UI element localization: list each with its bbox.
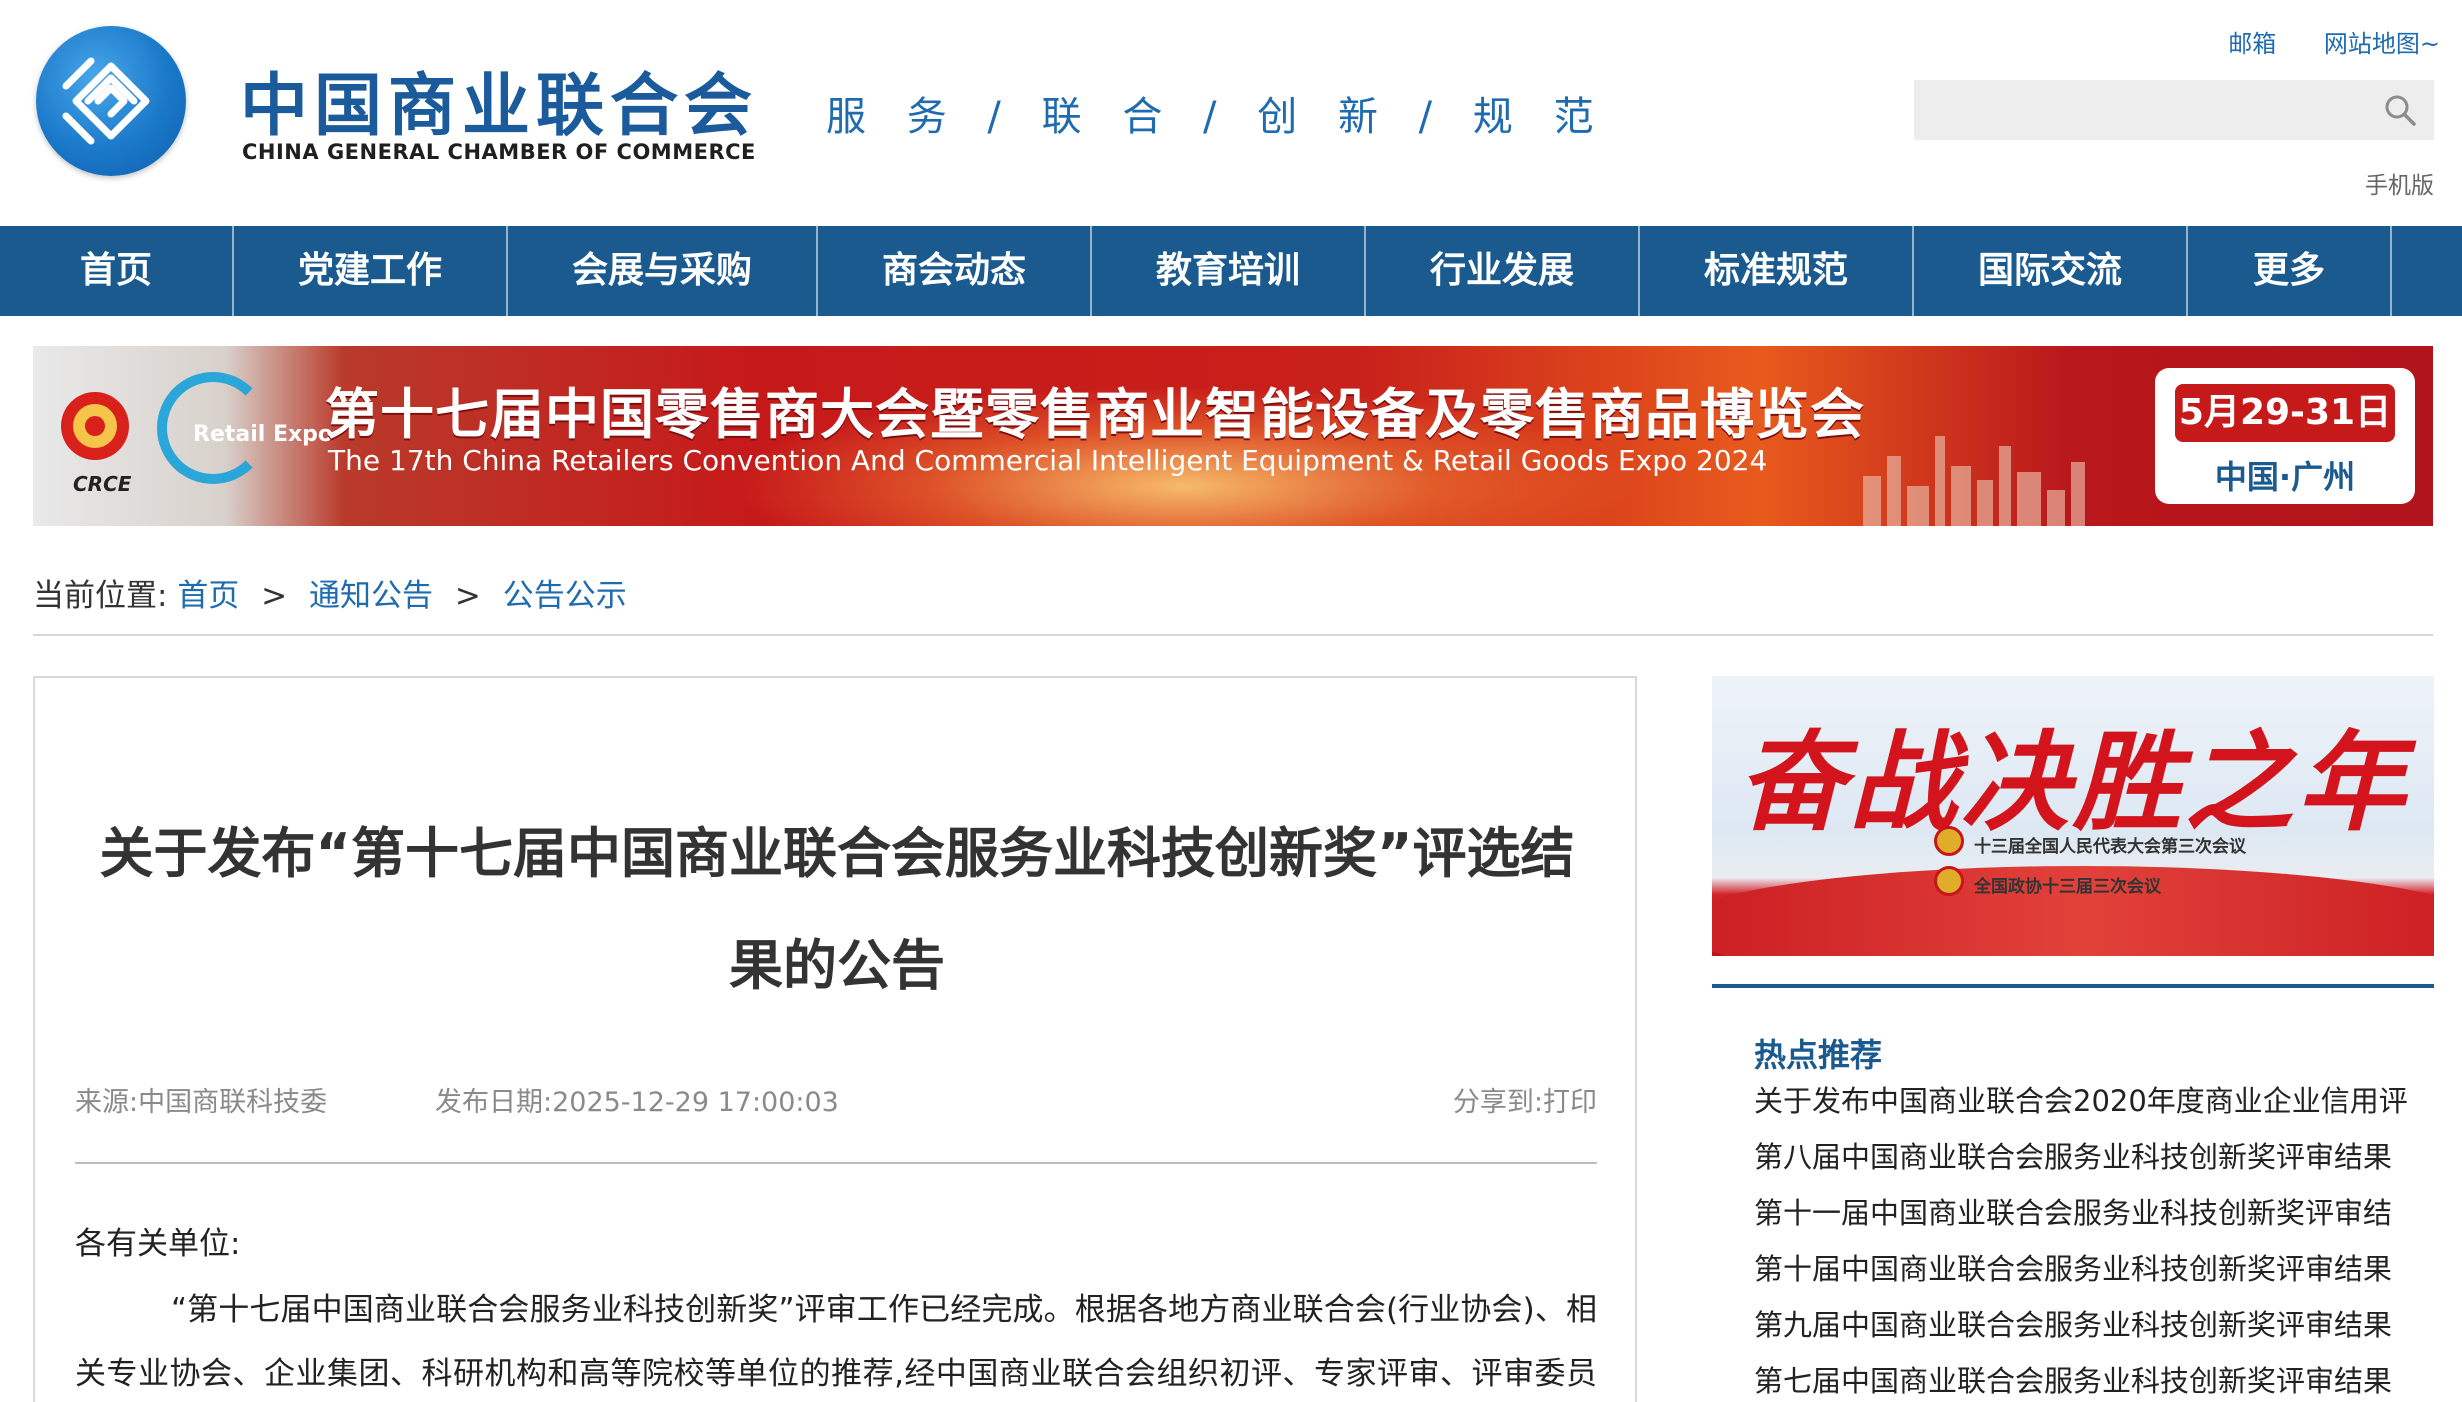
mail-link[interactable]: 邮箱 bbox=[2228, 30, 2276, 58]
logo-emblem-icon[interactable] bbox=[36, 26, 186, 176]
breadcrumb-announcements[interactable]: 公告公示 bbox=[503, 578, 627, 614]
hot-section-divider bbox=[1712, 984, 2434, 988]
national-emblem-icon bbox=[1934, 826, 1964, 856]
expo-banner[interactable]: CRCE Retail Expo 第十七届中国零售商大会暨零售商业智能设备及零售… bbox=[33, 346, 2433, 526]
article-source: 来源:中国商联科技委 bbox=[75, 1087, 328, 1118]
org-name-en: CHINA GENERAL CHAMBER OF COMMERCE bbox=[242, 140, 756, 164]
nav-item-more[interactable]: 更多 bbox=[2188, 226, 2392, 316]
hot-item[interactable]: 第十一届中国商业联合会服务业科技创新奖评审结 bbox=[1754, 1190, 2414, 1246]
breadcrumb-prefix: 当前位置: bbox=[33, 578, 168, 614]
expo-date-box: 5月29-31日 中国·广州 bbox=[2155, 368, 2415, 504]
side-banner-title: 奋战决胜之年 bbox=[1736, 721, 2409, 846]
crce-label: CRCE bbox=[73, 472, 132, 496]
nav-item-education[interactable]: 教育培训 bbox=[1092, 226, 1366, 316]
nav-item-exhibition[interactable]: 会展与采购 bbox=[508, 226, 818, 316]
hot-recommend-list: 关于发布中国商业联合会2020年度商业企业信用评 第八届中国商业联合会服务业科技… bbox=[1754, 1078, 2414, 1402]
breadcrumb-divider bbox=[33, 634, 2433, 636]
breadcrumb: 当前位置: 首页 > 通知公告 > 公告公示 bbox=[33, 570, 627, 615]
side-promo-banner[interactable]: 奋战决胜之年 十三届全国人民代表大会第三次会议 全国政协十三届三次会议 bbox=[1712, 676, 2434, 956]
retail-expo-label: Retail Expo bbox=[193, 422, 334, 447]
breadcrumb-home[interactable]: 首页 bbox=[177, 578, 239, 614]
sitemap-link[interactable]: 网站地图~ bbox=[2324, 30, 2440, 58]
nav-item-industry[interactable]: 行业发展 bbox=[1366, 226, 1640, 316]
site-slogan: 服 务 / 联 合 / 创 新 / 规 范 bbox=[826, 94, 1608, 140]
hot-item[interactable]: 第七届中国商业联合会服务业科技创新奖评审结果 bbox=[1754, 1358, 2414, 1402]
breadcrumb-notices[interactable]: 通知公告 bbox=[309, 578, 433, 614]
share-bar: 分享到:打印 bbox=[1453, 1080, 1597, 1119]
search-box bbox=[1914, 80, 2434, 140]
print-button[interactable]: 打印 bbox=[1543, 1087, 1597, 1118]
side-banner-line1: 十三届全国人民代表大会第三次会议 bbox=[1974, 837, 2246, 857]
city-skyline-icon bbox=[1863, 436, 2085, 526]
breadcrumb-separator: > bbox=[454, 578, 481, 614]
hot-item[interactable]: 第八届中国商业联合会服务业科技创新奖评审结果 bbox=[1754, 1134, 2414, 1190]
cppcc-emblem-icon bbox=[1934, 866, 1964, 896]
search-icon[interactable] bbox=[2382, 92, 2418, 128]
meta-divider bbox=[75, 1162, 1597, 1164]
top-links: 邮箱 网站地图~ bbox=[2188, 24, 2440, 59]
expo-place: 中国·广州 bbox=[2214, 458, 2356, 496]
banner-subtitle: The 17th China Retailers Convention And … bbox=[328, 444, 1768, 477]
nav-item-news[interactable]: 商会动态 bbox=[818, 226, 1092, 316]
hot-recommend-title: 热点推荐 bbox=[1754, 1036, 1883, 1074]
org-name-cn[interactable]: 中国商业联合会 bbox=[240, 50, 758, 149]
breadcrumb-separator: > bbox=[261, 578, 288, 614]
nav-item-standards[interactable]: 标准规范 bbox=[1640, 226, 1914, 316]
hot-item[interactable]: 第九届中国商业联合会服务业科技创新奖评审结果 bbox=[1754, 1302, 2414, 1358]
nav-item-home[interactable]: 首页 bbox=[0, 226, 234, 316]
article-date: 发布日期:2025-12-29 17:00:03 bbox=[435, 1087, 839, 1118]
hot-item[interactable]: 第十届中国商业联合会服务业科技创新奖评审结果 bbox=[1754, 1246, 2414, 1302]
nav-item-international[interactable]: 国际交流 bbox=[1914, 226, 2188, 316]
article-panel: 关于发布“第十七届中国商业联合会服务业科技创新奖”评选结果的公告 来源:中国商联… bbox=[33, 676, 1637, 1402]
article-title: 关于发布“第十七届中国商业联合会服务业科技创新奖”评选结果的公告 bbox=[99, 822, 1575, 997]
hot-item[interactable]: 关于发布中国商业联合会2020年度商业企业信用评 bbox=[1754, 1078, 2414, 1134]
nav-item-party-building[interactable]: 党建工作 bbox=[234, 226, 508, 316]
expo-date: 5月29-31日 bbox=[2175, 384, 2395, 442]
share-label: 分享到: bbox=[1452, 1087, 1543, 1118]
side-banner-line2: 全国政协十三届三次会议 bbox=[1974, 877, 2161, 897]
site-header: 中国商业联合会 CHINA GENERAL CHAMBER OF COMMERC… bbox=[0, 0, 2462, 226]
search-input[interactable] bbox=[1914, 80, 2374, 140]
article-body: “第十七届中国商业联合会服务业科技创新奖”评审工作已经完成。根据各地方商业联合会… bbox=[75, 1292, 1597, 1392]
banner-title: 第十七届中国零售商大会暨零售商业智能设备及零售商品博览会 bbox=[325, 383, 1865, 446]
main-nav: 首页 党建工作 会展与采购 商会动态 教育培训 行业发展 标准规范 国际交流 更… bbox=[0, 226, 2462, 316]
article-salutation: 各有关单位: bbox=[75, 1226, 241, 1262]
mobile-version-link[interactable]: 手机版 bbox=[2365, 166, 2434, 200]
